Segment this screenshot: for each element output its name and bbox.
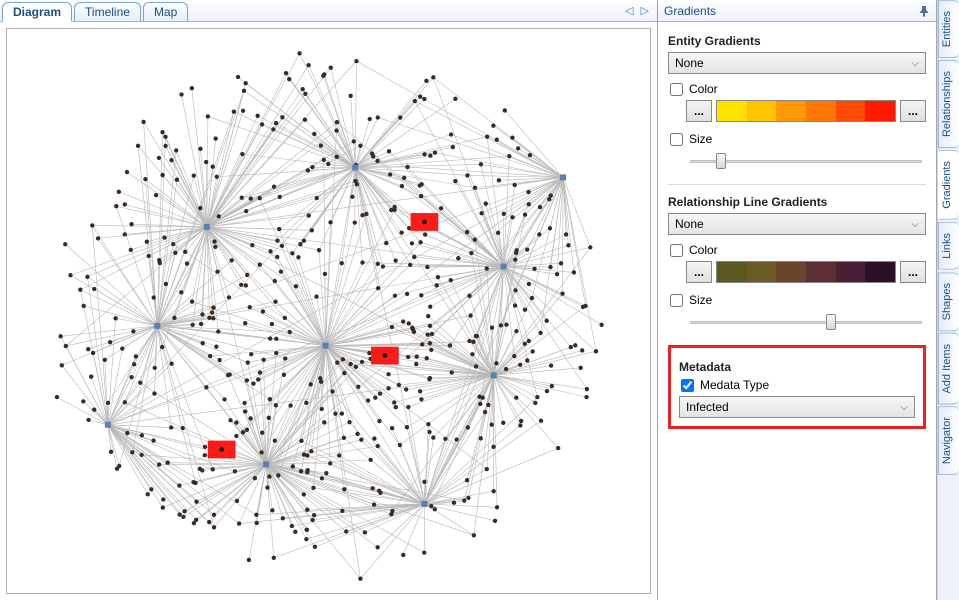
side-tabs: Entities Relationships Gradients Links S… bbox=[937, 0, 959, 600]
side-tab-entities[interactable]: Entities bbox=[938, 0, 959, 58]
color-swatch bbox=[747, 101, 777, 121]
relationship-size-checkbox-row[interactable]: Size bbox=[670, 293, 926, 307]
tab-timeline[interactable]: Timeline bbox=[74, 2, 141, 21]
side-tab-links[interactable]: Links bbox=[938, 222, 959, 270]
metadata-type-checkbox[interactable] bbox=[681, 379, 694, 392]
relationship-gradient-start-button[interactable]: ... bbox=[686, 261, 712, 283]
side-tab-relationships[interactable]: Relationships bbox=[938, 60, 959, 148]
tab-diagram[interactable]: Diagram bbox=[2, 2, 72, 22]
metadata-section: Metadata Medata Type Infected ⌵ bbox=[668, 345, 926, 429]
metadata-header: Metadata bbox=[679, 360, 915, 374]
chevron-down-icon: ⌵ bbox=[900, 402, 908, 413]
relationship-gradient-combo-value: None bbox=[675, 217, 704, 231]
tab-nav-arrows[interactable]: ◁ ▷ bbox=[625, 4, 657, 17]
metadata-type-combo[interactable]: Infected ⌵ bbox=[679, 396, 915, 418]
entity-size-label: Size bbox=[689, 132, 712, 146]
entity-color-gradient-row: ... ... bbox=[686, 100, 926, 122]
entity-gradient-start-button[interactable]: ... bbox=[686, 100, 712, 122]
side-tab-navigator[interactable]: Navigator bbox=[938, 406, 959, 475]
color-swatch bbox=[776, 262, 806, 282]
color-swatch bbox=[806, 101, 836, 121]
relationship-size-checkbox[interactable] bbox=[670, 294, 683, 307]
color-swatch bbox=[776, 101, 806, 121]
tab-bar: Diagram Timeline Map ◁ ▷ bbox=[0, 0, 657, 22]
entity-color-checkbox-row[interactable]: Color bbox=[670, 82, 926, 96]
entity-color-checkbox[interactable] bbox=[670, 83, 683, 96]
tab-map[interactable]: Map bbox=[143, 2, 188, 21]
metadata-type-label: Medata Type bbox=[700, 378, 769, 392]
entity-color-label: Color bbox=[689, 82, 718, 96]
color-swatch bbox=[836, 262, 866, 282]
entity-gradient-swatches[interactable] bbox=[716, 100, 896, 122]
color-swatch bbox=[747, 262, 777, 282]
relationship-gradient-swatches[interactable] bbox=[716, 261, 896, 283]
entity-gradient-end-button[interactable]: ... bbox=[900, 100, 926, 122]
entity-size-slider[interactable] bbox=[686, 150, 926, 172]
side-tab-shapes[interactable]: Shapes bbox=[938, 272, 959, 331]
panel-titlebar: Gradients bbox=[658, 0, 936, 22]
relationship-size-slider[interactable] bbox=[686, 311, 926, 333]
relationship-color-checkbox[interactable] bbox=[670, 244, 683, 257]
color-swatch bbox=[717, 101, 747, 121]
side-tab-gradients[interactable]: Gradients bbox=[938, 150, 959, 220]
relationship-color-label: Color bbox=[689, 243, 718, 257]
entity-size-checkbox[interactable] bbox=[670, 133, 683, 146]
relationship-gradients-header: Relationship Line Gradients bbox=[668, 195, 926, 209]
relationship-color-checkbox-row[interactable]: Color bbox=[670, 243, 926, 257]
entity-gradient-combo-value: None bbox=[675, 56, 704, 70]
relationship-size-label: Size bbox=[689, 293, 712, 307]
relationship-color-gradient-row: ... ... bbox=[686, 261, 926, 283]
color-swatch bbox=[717, 262, 747, 282]
network-diagram[interactable] bbox=[6, 28, 651, 594]
panel-title: Gradients bbox=[664, 4, 918, 18]
chevron-down-icon: ⌵ bbox=[911, 58, 919, 69]
left-pane: Diagram Timeline Map ◁ ▷ bbox=[0, 0, 658, 600]
side-tab-add-items[interactable]: Add Items bbox=[938, 333, 959, 405]
entity-gradients-header: Entity Gradients bbox=[668, 34, 926, 48]
relationship-gradient-combo[interactable]: None ⌵ bbox=[668, 213, 926, 235]
relationship-gradient-end-button[interactable]: ... bbox=[900, 261, 926, 283]
entity-gradient-combo[interactable]: None ⌵ bbox=[668, 52, 926, 74]
color-swatch bbox=[836, 101, 866, 121]
metadata-type-combo-value: Infected bbox=[686, 400, 729, 414]
color-swatch bbox=[865, 262, 895, 282]
color-swatch bbox=[865, 101, 895, 121]
entity-size-checkbox-row[interactable]: Size bbox=[670, 132, 926, 146]
right-pane: Gradients Entity Gradients None ⌵ Color … bbox=[658, 0, 959, 600]
pin-icon[interactable] bbox=[918, 5, 930, 17]
color-swatch bbox=[806, 262, 836, 282]
metadata-type-checkbox-row[interactable]: Medata Type bbox=[681, 378, 915, 392]
chevron-down-icon: ⌵ bbox=[911, 219, 919, 230]
